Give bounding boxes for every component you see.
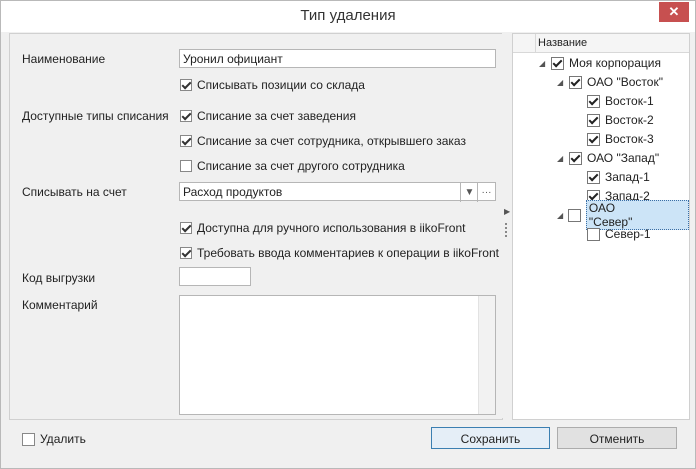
checkbox-box[interactable] [180, 222, 192, 234]
tree-checkbox[interactable] [568, 208, 581, 222]
dialog-footer: Удалить Сохранить Отменить [1, 419, 695, 468]
window-title: Тип удаления [300, 7, 396, 24]
export-code-input[interactable] [179, 267, 251, 286]
tree-node-corporation[interactable]: ◢ Моя корпорация [539, 54, 661, 72]
expand-triangle-icon[interactable]: ◢ [557, 211, 566, 220]
tree-node-sever-1[interactable]: Север-1 [587, 225, 651, 243]
departments-tree: Название ◢ Моя корпорация ◢ ОАО "Восток"… [512, 33, 690, 420]
comment-label: Комментарий [22, 298, 98, 312]
tree-node-label: Восток-1 [605, 94, 654, 108]
types-label: Доступные типы списания [22, 109, 169, 123]
tree-checkbox[interactable] [587, 132, 600, 146]
tree-node-label: Моя корпорация [569, 56, 661, 70]
tree-node-sever[interactable]: ◢ ОАО "Север" [557, 200, 689, 230]
manual-use-checkbox[interactable]: Доступна для ручного использования в iik… [180, 221, 465, 235]
delete-label: Удалить [40, 432, 86, 446]
tree-node-vostok[interactable]: ◢ ОАО "Восток" [557, 73, 663, 91]
expand-right-icon[interactable]: ▶ [504, 207, 510, 216]
export-code-label: Код выгрузки [22, 271, 96, 285]
tree-header: Название [513, 34, 689, 53]
panel-splitter[interactable]: ▶ [502, 33, 512, 418]
tree-node-label: Север-1 [605, 227, 651, 241]
account-select[interactable]: Расход продуктов ▼ ··· [179, 182, 496, 202]
name-label: Наименование [22, 52, 106, 66]
checkbox-box[interactable] [180, 110, 192, 122]
account-value: Расход продуктов [183, 185, 283, 199]
tree-checkbox[interactable] [587, 94, 600, 108]
tree-node-zapad[interactable]: ◢ ОАО "Запад" [557, 149, 659, 167]
dialog-window: Тип удаления ✕ Наименование Уронил офици… [0, 0, 696, 469]
type-checkbox-establishment[interactable]: Списание за счет заведения [180, 109, 356, 123]
properties-panel: Наименование Уронил официант Списывать п… [9, 33, 503, 420]
type-label: Списание за счет сотрудника, открывшего … [197, 134, 466, 148]
cancel-button[interactable]: Отменить [557, 427, 677, 449]
tree-node-label: Запад-1 [605, 170, 650, 184]
tree-node-label: Восток-3 [605, 132, 654, 146]
type-label: Списание за счет заведения [197, 109, 356, 123]
manual-use-label: Доступна для ручного использования в iik… [197, 221, 466, 235]
tree-node-label: Восток-2 [605, 113, 654, 127]
tree-node-vostok-1[interactable]: Восток-1 [587, 92, 654, 110]
tree-node-label: ОАО "Запад" [587, 151, 660, 165]
checkbox-box[interactable] [180, 247, 192, 259]
require-comment-checkbox[interactable]: Требовать ввода комментариев к операции … [180, 246, 499, 260]
checkbox-box[interactable] [180, 160, 192, 172]
tree-checkbox[interactable] [551, 56, 564, 70]
tree-node-vostok-2[interactable]: Восток-2 [587, 111, 654, 129]
tree-column-header[interactable]: Название [535, 34, 688, 52]
expand-triangle-icon[interactable]: ◢ [539, 59, 549, 68]
checkbox-box[interactable] [180, 135, 192, 147]
save-button[interactable]: Сохранить [431, 427, 550, 449]
chevron-down-icon[interactable]: ▼ [460, 183, 478, 202]
tree-checkbox[interactable] [587, 113, 600, 127]
delete-checkbox[interactable]: Удалить [22, 432, 86, 446]
tree-checkbox[interactable] [587, 227, 600, 241]
type-label: Списание за счет другого сотрудника [197, 159, 405, 173]
expand-triangle-icon[interactable]: ◢ [557, 78, 567, 87]
write-off-stock-checkbox[interactable]: Списывать позиции со склада [180, 78, 365, 92]
tree-node-label: ОАО "Восток" [587, 75, 663, 89]
comment-scrollbar[interactable] [478, 296, 495, 414]
more-button[interactable]: ··· [477, 183, 495, 202]
expand-triangle-icon[interactable]: ◢ [557, 154, 567, 163]
account-label: Списывать на счет [22, 185, 127, 199]
type-checkbox-other-employee[interactable]: Списание за счет другого сотрудника [180, 159, 405, 173]
name-input[interactable]: Уронил официант [179, 49, 496, 68]
close-icon: ✕ [668, 4, 680, 19]
splitter-grip-icon[interactable] [505, 223, 509, 237]
close-button[interactable]: ✕ [659, 2, 689, 22]
tree-checkbox[interactable] [587, 170, 600, 184]
tree-checkbox[interactable] [569, 151, 582, 165]
title-bar: Тип удаления ✕ [1, 1, 695, 32]
write-off-stock-label: Списывать позиции со склада [197, 78, 365, 92]
require-comment-label: Требовать ввода комментариев к операции … [197, 246, 499, 260]
type-checkbox-opener[interactable]: Списание за счет сотрудника, открывшего … [180, 134, 466, 148]
tree-node-vostok-3[interactable]: Восток-3 [587, 130, 654, 148]
checkbox-box[interactable] [22, 432, 35, 446]
comment-textarea[interactable] [179, 295, 496, 415]
checkbox-box[interactable] [180, 79, 192, 91]
tree-node-zapad-1[interactable]: Запад-1 [587, 168, 650, 186]
tree-checkbox[interactable] [569, 75, 582, 89]
